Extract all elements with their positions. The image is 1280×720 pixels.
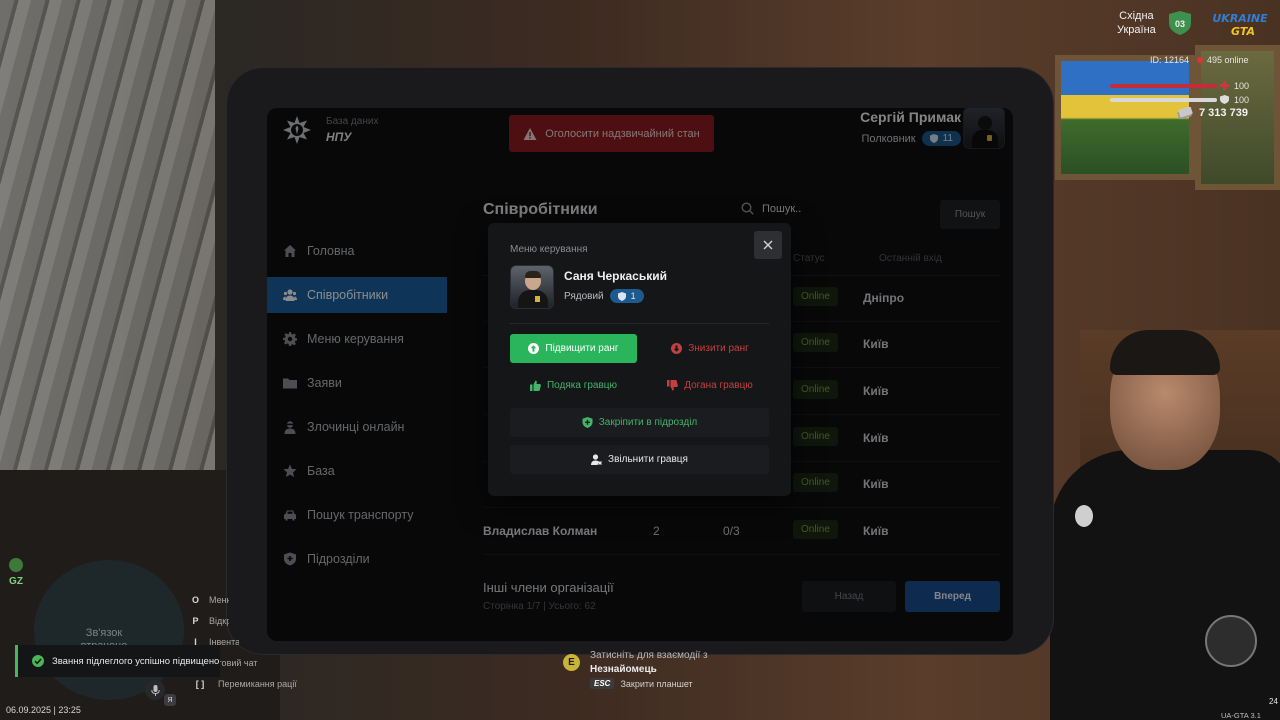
money-value: 7 313 739: [1199, 107, 1248, 119]
promote-label: Підвищити ранг: [545, 343, 619, 354]
close-tablet-label: Закрити планшет: [620, 678, 693, 689]
esc-key: ESC: [590, 678, 615, 689]
keybind-label: Відкрити: [209, 615, 229, 626]
member-rank: Рядовий 1: [564, 289, 644, 303]
member-name: Саня Черкаський: [564, 269, 667, 283]
control-menu-modal: Меню керування Саня Черкаський Рядовий 1…: [488, 223, 791, 496]
demote-label: Знизити ранг: [688, 343, 749, 354]
health-cross-icon: [1220, 81, 1229, 90]
online-dot-icon: [1197, 57, 1203, 63]
reprimand-label: Догана гравцю: [684, 380, 753, 391]
keybind-row: O Меню: [190, 589, 297, 610]
demote-button[interactable]: Знизити ранг: [651, 334, 769, 363]
thanks-button[interactable]: Подяка гравцю: [510, 371, 637, 400]
window-blinds: [0, 0, 215, 470]
keybind-key: [ ]: [195, 678, 205, 689]
money-icon: [1177, 107, 1193, 119]
arrow-down-circle-icon: [671, 343, 683, 354]
member-avatar: [510, 265, 554, 309]
interact-target: Незнайомець: [590, 664, 657, 675]
region-label: Східна Україна: [1117, 9, 1156, 37]
police-officer-character: [1040, 330, 1280, 720]
close-button[interactable]: [754, 231, 782, 259]
fps-counter: 24: [1269, 697, 1278, 706]
modal-title: Меню керування: [510, 244, 588, 255]
microphone-icon: [150, 684, 160, 696]
notification-text: Звання підлеглого успішно підвищено: [52, 655, 220, 667]
region-line-2: Україна: [1117, 24, 1156, 36]
check-circle-icon: [32, 655, 44, 667]
member-rank-level: 1: [630, 291, 636, 301]
interact-key: E: [563, 654, 580, 671]
notification-toast: Звання підлеглого успішно підвищено: [15, 645, 220, 677]
keybind-label: Меню: [209, 594, 229, 605]
member-rank-title: Рядовий: [564, 290, 604, 302]
ukraine-gta-logo: UKRAINE GTA: [1213, 12, 1268, 38]
greenzone-indicator: GZ: [9, 558, 23, 587]
armor-shield-icon: [1220, 95, 1229, 104]
interact-hint: Затисніть для взаємодії з: [590, 650, 708, 661]
voice-chat-button[interactable]: [145, 680, 165, 700]
online-count-text: 495 online: [1207, 55, 1249, 65]
keybind-key: P: [192, 615, 199, 626]
player-id: ID: 12164: [1150, 55, 1190, 65]
rank-shield-icon: [617, 291, 626, 301]
fire-player-label: Звільнити гравця: [608, 454, 688, 465]
game-version: UA-GTA 3.1: [1221, 711, 1261, 720]
ukraine-painting: [1055, 55, 1195, 180]
fire-player-button[interactable]: Звільнити гравця: [510, 445, 769, 474]
health-value: 100: [1234, 81, 1250, 91]
minimap-line-1: Зв'язок: [85, 627, 123, 639]
armor-bar: [1110, 98, 1217, 102]
greenzone-icon: [9, 558, 23, 572]
user-remove-icon: [591, 454, 603, 465]
arrow-up-circle-icon: [528, 343, 540, 354]
close-tablet-hint: ESC Закрити планшет: [590, 678, 693, 689]
thumbs-up-icon: [529, 380, 541, 391]
health-bar: [1110, 84, 1217, 88]
shield-plus-icon: [582, 417, 593, 428]
region-line-1: Східна: [1119, 10, 1154, 22]
mic-key: Я: [164, 694, 176, 706]
close-icon: [763, 240, 773, 250]
keybind-label: Перемикання рації: [218, 678, 297, 689]
svg-text:GTA: GTA: [1231, 25, 1255, 38]
keybind-row: P Відкрити: [190, 610, 297, 631]
keybind-key: O: [191, 594, 199, 605]
assign-unit-button[interactable]: Закріпити в підрозділ: [510, 408, 769, 437]
promote-button[interactable]: Підвищити ранг: [510, 334, 637, 363]
member-rank-badge: 1: [609, 289, 644, 303]
svg-text:UKRAINE: UKRAINE: [1213, 12, 1268, 25]
region-shield-icon: 03: [1169, 11, 1191, 35]
armor-value: 100: [1234, 95, 1250, 105]
greenzone-label: GZ: [9, 576, 23, 587]
svg-text:03: 03: [1175, 19, 1185, 29]
divider: [510, 323, 769, 324]
money-display: 7 313 739: [1177, 107, 1248, 119]
online-count: 495 online: [1197, 55, 1249, 65]
date-time: 06.09.2025 | 23:25: [6, 705, 81, 715]
reprimand-button[interactable]: Догана гравцю: [651, 371, 769, 400]
thumbs-down-icon: [667, 380, 679, 391]
keybind-hints: OМеню PВідкрити IІнвентар кстовий чат [ …: [190, 589, 297, 694]
thanks-label: Подяка гравцю: [546, 380, 618, 391]
assign-unit-label: Закріпити в підрозділ: [598, 417, 698, 428]
